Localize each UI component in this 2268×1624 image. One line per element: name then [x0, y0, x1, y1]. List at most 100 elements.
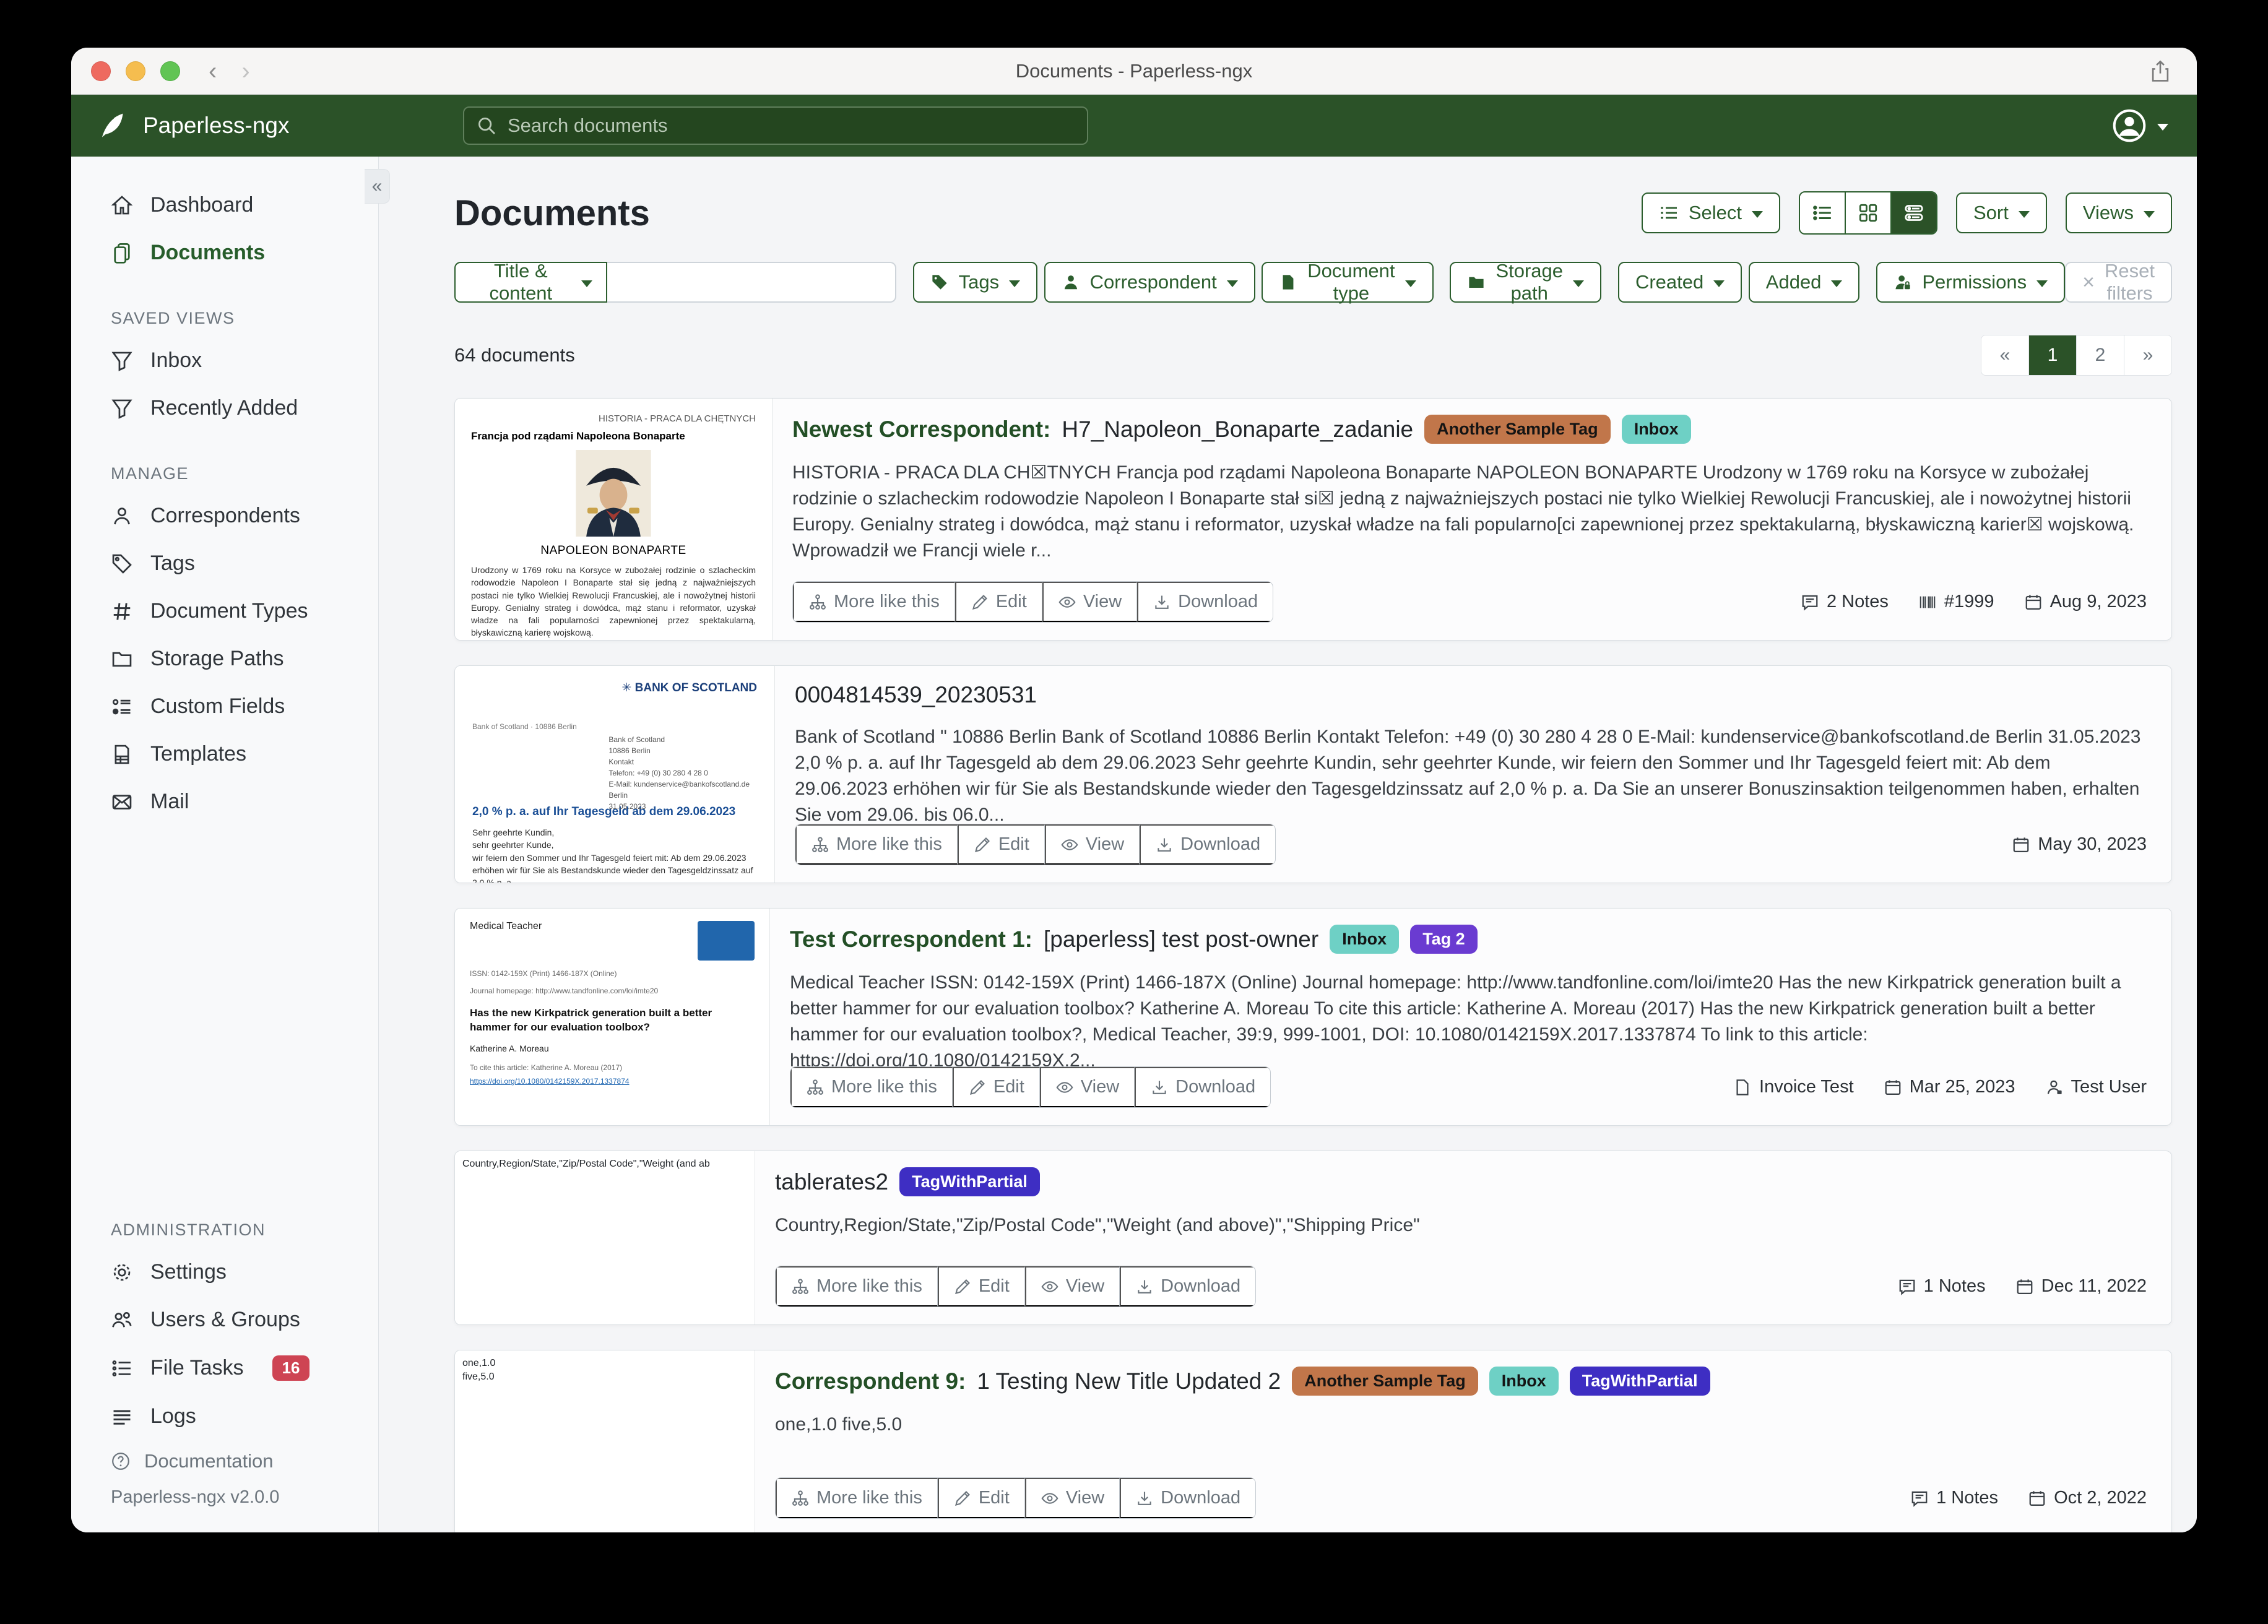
- tag-chip[interactable]: TagWithPartial: [899, 1167, 1040, 1196]
- document-type-meta[interactable]: Invoice Test: [1733, 1077, 1854, 1097]
- title-content-filter-input[interactable]: [607, 262, 896, 303]
- sidebar-item-mail[interactable]: Mail: [71, 778, 378, 826]
- document-correspondent-link[interactable]: Correspondent 9:: [775, 1368, 966, 1394]
- select-dropdown-button[interactable]: Select: [1642, 192, 1780, 233]
- tag-chip[interactable]: Inbox: [1489, 1367, 1559, 1396]
- document-title-link[interactable]: [paperless] test post-owner: [1044, 926, 1318, 952]
- global-search[interactable]: [463, 106, 1088, 145]
- more-like-this-button[interactable]: More like this: [793, 582, 955, 622]
- document-thumbnail[interactable]: Medical Teacher ISSN: 0142-159X (Print) …: [455, 909, 770, 1125]
- view-button[interactable]: View: [1025, 1478, 1120, 1518]
- tag-chip[interactable]: Tag 2: [1410, 925, 1478, 954]
- barcode-icon: [1918, 593, 1937, 611]
- document-correspondent-link[interactable]: Newest Correspondent:: [792, 417, 1050, 443]
- view-button[interactable]: View: [1025, 1266, 1120, 1307]
- more-like-this-button[interactable]: More like this: [776, 1478, 938, 1518]
- owner-meta[interactable]: Test User: [2045, 1077, 2147, 1097]
- document-thumbnail[interactable]: HISTORIA - PRACA DLA CHĘTNYCH Francja po…: [455, 399, 773, 640]
- pagination-first-button[interactable]: «: [1981, 335, 2029, 375]
- download-icon: [1136, 1278, 1153, 1295]
- document-title-link[interactable]: H7_Napoleon_Bonaparte_zadanie: [1062, 417, 1413, 443]
- title-content-dropdown-button[interactable]: Title & content: [454, 262, 607, 303]
- sidebar-item-inbox[interactable]: Inbox: [71, 337, 378, 384]
- tag-chip[interactable]: Another Sample Tag: [1292, 1367, 1478, 1396]
- edit-button[interactable]: Edit: [955, 582, 1042, 622]
- more-like-this-button[interactable]: More like this: [776, 1266, 938, 1307]
- document-title-link[interactable]: 1 Testing New Title Updated 2: [977, 1368, 1281, 1394]
- notes-meta[interactable]: 2 Notes: [1801, 592, 1889, 612]
- added-filter-button[interactable]: Added: [1749, 262, 1860, 303]
- share-icon[interactable]: [2149, 59, 2172, 84]
- view-mode-table-button[interactable]: [1800, 192, 1846, 233]
- storage-path-filter-button[interactable]: Storage path: [1450, 262, 1601, 303]
- sidebar-item-templates[interactable]: Templates: [71, 730, 378, 778]
- file-template-icon: [111, 743, 133, 766]
- views-dropdown-button[interactable]: Views: [2066, 192, 2172, 233]
- document-card: one,1.0 five,5.0 Correspondent 9: 1 Test…: [454, 1350, 2172, 1532]
- tag-chip[interactable]: Another Sample Tag: [1424, 415, 1611, 444]
- pagination-page-2[interactable]: 2: [2077, 335, 2124, 375]
- notes-meta[interactable]: 1 Notes: [1910, 1488, 1998, 1508]
- thumb-text: Sehr geehrte Kundin, sehr geehrter Kunde…: [472, 826, 757, 883]
- thumb-text: Medical Teacher: [470, 921, 542, 932]
- sidebar-item-tags[interactable]: Tags: [71, 540, 378, 587]
- document-title-link[interactable]: tablerates2: [775, 1169, 888, 1195]
- pagination-page-1[interactable]: 1: [2029, 335, 2077, 375]
- sidebar-item-dashboard[interactable]: Dashboard: [71, 181, 378, 229]
- notes-meta[interactable]: 1 Notes: [1898, 1276, 1986, 1297]
- thumb-text: Bank of Scotland · 10886 Berlin: [472, 722, 757, 731]
- view-mode-grid-button[interactable]: [1846, 192, 1892, 233]
- sidebar-collapse-button[interactable]: «: [365, 169, 390, 204]
- sidebar-item-settings[interactable]: Settings: [71, 1248, 378, 1296]
- date-meta: Oct 2, 2022: [2028, 1488, 2147, 1508]
- tag-chip[interactable]: Inbox: [1622, 415, 1691, 444]
- download-button[interactable]: Download: [1135, 1067, 1270, 1107]
- sidebar-item-recently-added[interactable]: Recently Added: [71, 384, 378, 432]
- document-title-link[interactable]: 0004814539_20230531: [795, 682, 1037, 708]
- sidebar-item-users-groups[interactable]: Users & Groups: [71, 1296, 378, 1344]
- details-view-icon: [1903, 202, 1924, 223]
- correspondent-filter-button[interactable]: Correspondent: [1044, 262, 1255, 303]
- sidebar-item-documentation[interactable]: Documentation: [71, 1440, 378, 1481]
- edit-button[interactable]: Edit: [953, 1067, 1040, 1107]
- sidebar-item-document-types[interactable]: Document Types: [71, 587, 378, 635]
- search-input[interactable]: [506, 114, 1054, 137]
- view-button[interactable]: View: [1040, 1067, 1135, 1107]
- sidebar-item-storage-paths[interactable]: Storage Paths: [71, 635, 378, 683]
- document-thumbnail[interactable]: Country,Region/State,"Zip/Postal Code","…: [455, 1151, 755, 1324]
- document-thumbnail[interactable]: one,1.0 five,5.0: [455, 1350, 755, 1532]
- chevron-down-icon: [2144, 211, 2155, 218]
- sidebar-item-documents[interactable]: Documents: [71, 229, 378, 277]
- sidebar-item-correspondents[interactable]: Correspondents: [71, 492, 378, 540]
- document-type-filter-button[interactable]: Document type: [1262, 262, 1433, 303]
- app-brand[interactable]: Paperless-ngx: [71, 110, 379, 142]
- download-button[interactable]: Download: [1120, 1478, 1255, 1518]
- thumb-text: Katherine A. Moreau: [470, 1043, 755, 1053]
- edit-button[interactable]: Edit: [938, 1478, 1025, 1518]
- permissions-filter-button[interactable]: Permissions: [1876, 262, 2065, 303]
- more-like-this-button[interactable]: More like this: [790, 1067, 953, 1107]
- view-button[interactable]: View: [1042, 582, 1137, 622]
- tag-chip[interactable]: TagWithPartial: [1570, 1367, 1710, 1396]
- sidebar-item-logs[interactable]: Logs: [71, 1393, 378, 1440]
- download-button[interactable]: Download: [1140, 824, 1275, 865]
- sidebar-item-custom-fields[interactable]: Custom Fields: [71, 683, 378, 730]
- tags-filter-button[interactable]: Tags: [913, 262, 1037, 303]
- reset-filters-button[interactable]: × Reset filters: [2065, 262, 2172, 303]
- edit-button[interactable]: Edit: [958, 824, 1045, 865]
- pagination-last-button[interactable]: »: [2124, 335, 2171, 375]
- download-button[interactable]: Download: [1120, 1266, 1255, 1307]
- sort-dropdown-button[interactable]: Sort: [1956, 192, 2047, 233]
- document-correspondent-link[interactable]: Test Correspondent 1:: [790, 926, 1032, 952]
- user-menu[interactable]: [2111, 108, 2168, 144]
- download-button[interactable]: Download: [1137, 582, 1273, 622]
- created-filter-button[interactable]: Created: [1618, 262, 1742, 303]
- more-like-this-button[interactable]: More like this: [795, 824, 958, 865]
- tag-chip[interactable]: Inbox: [1330, 925, 1399, 954]
- edit-button[interactable]: Edit: [938, 1266, 1025, 1307]
- calendar-icon: [2015, 1277, 2034, 1296]
- sidebar-item-file-tasks[interactable]: File Tasks 16: [71, 1344, 378, 1393]
- document-thumbnail[interactable]: ✳ BANK OF SCOTLAND Bank of Scotland · 10…: [455, 666, 775, 883]
- view-mode-details-button[interactable]: [1892, 192, 1936, 233]
- view-button[interactable]: View: [1045, 824, 1140, 865]
